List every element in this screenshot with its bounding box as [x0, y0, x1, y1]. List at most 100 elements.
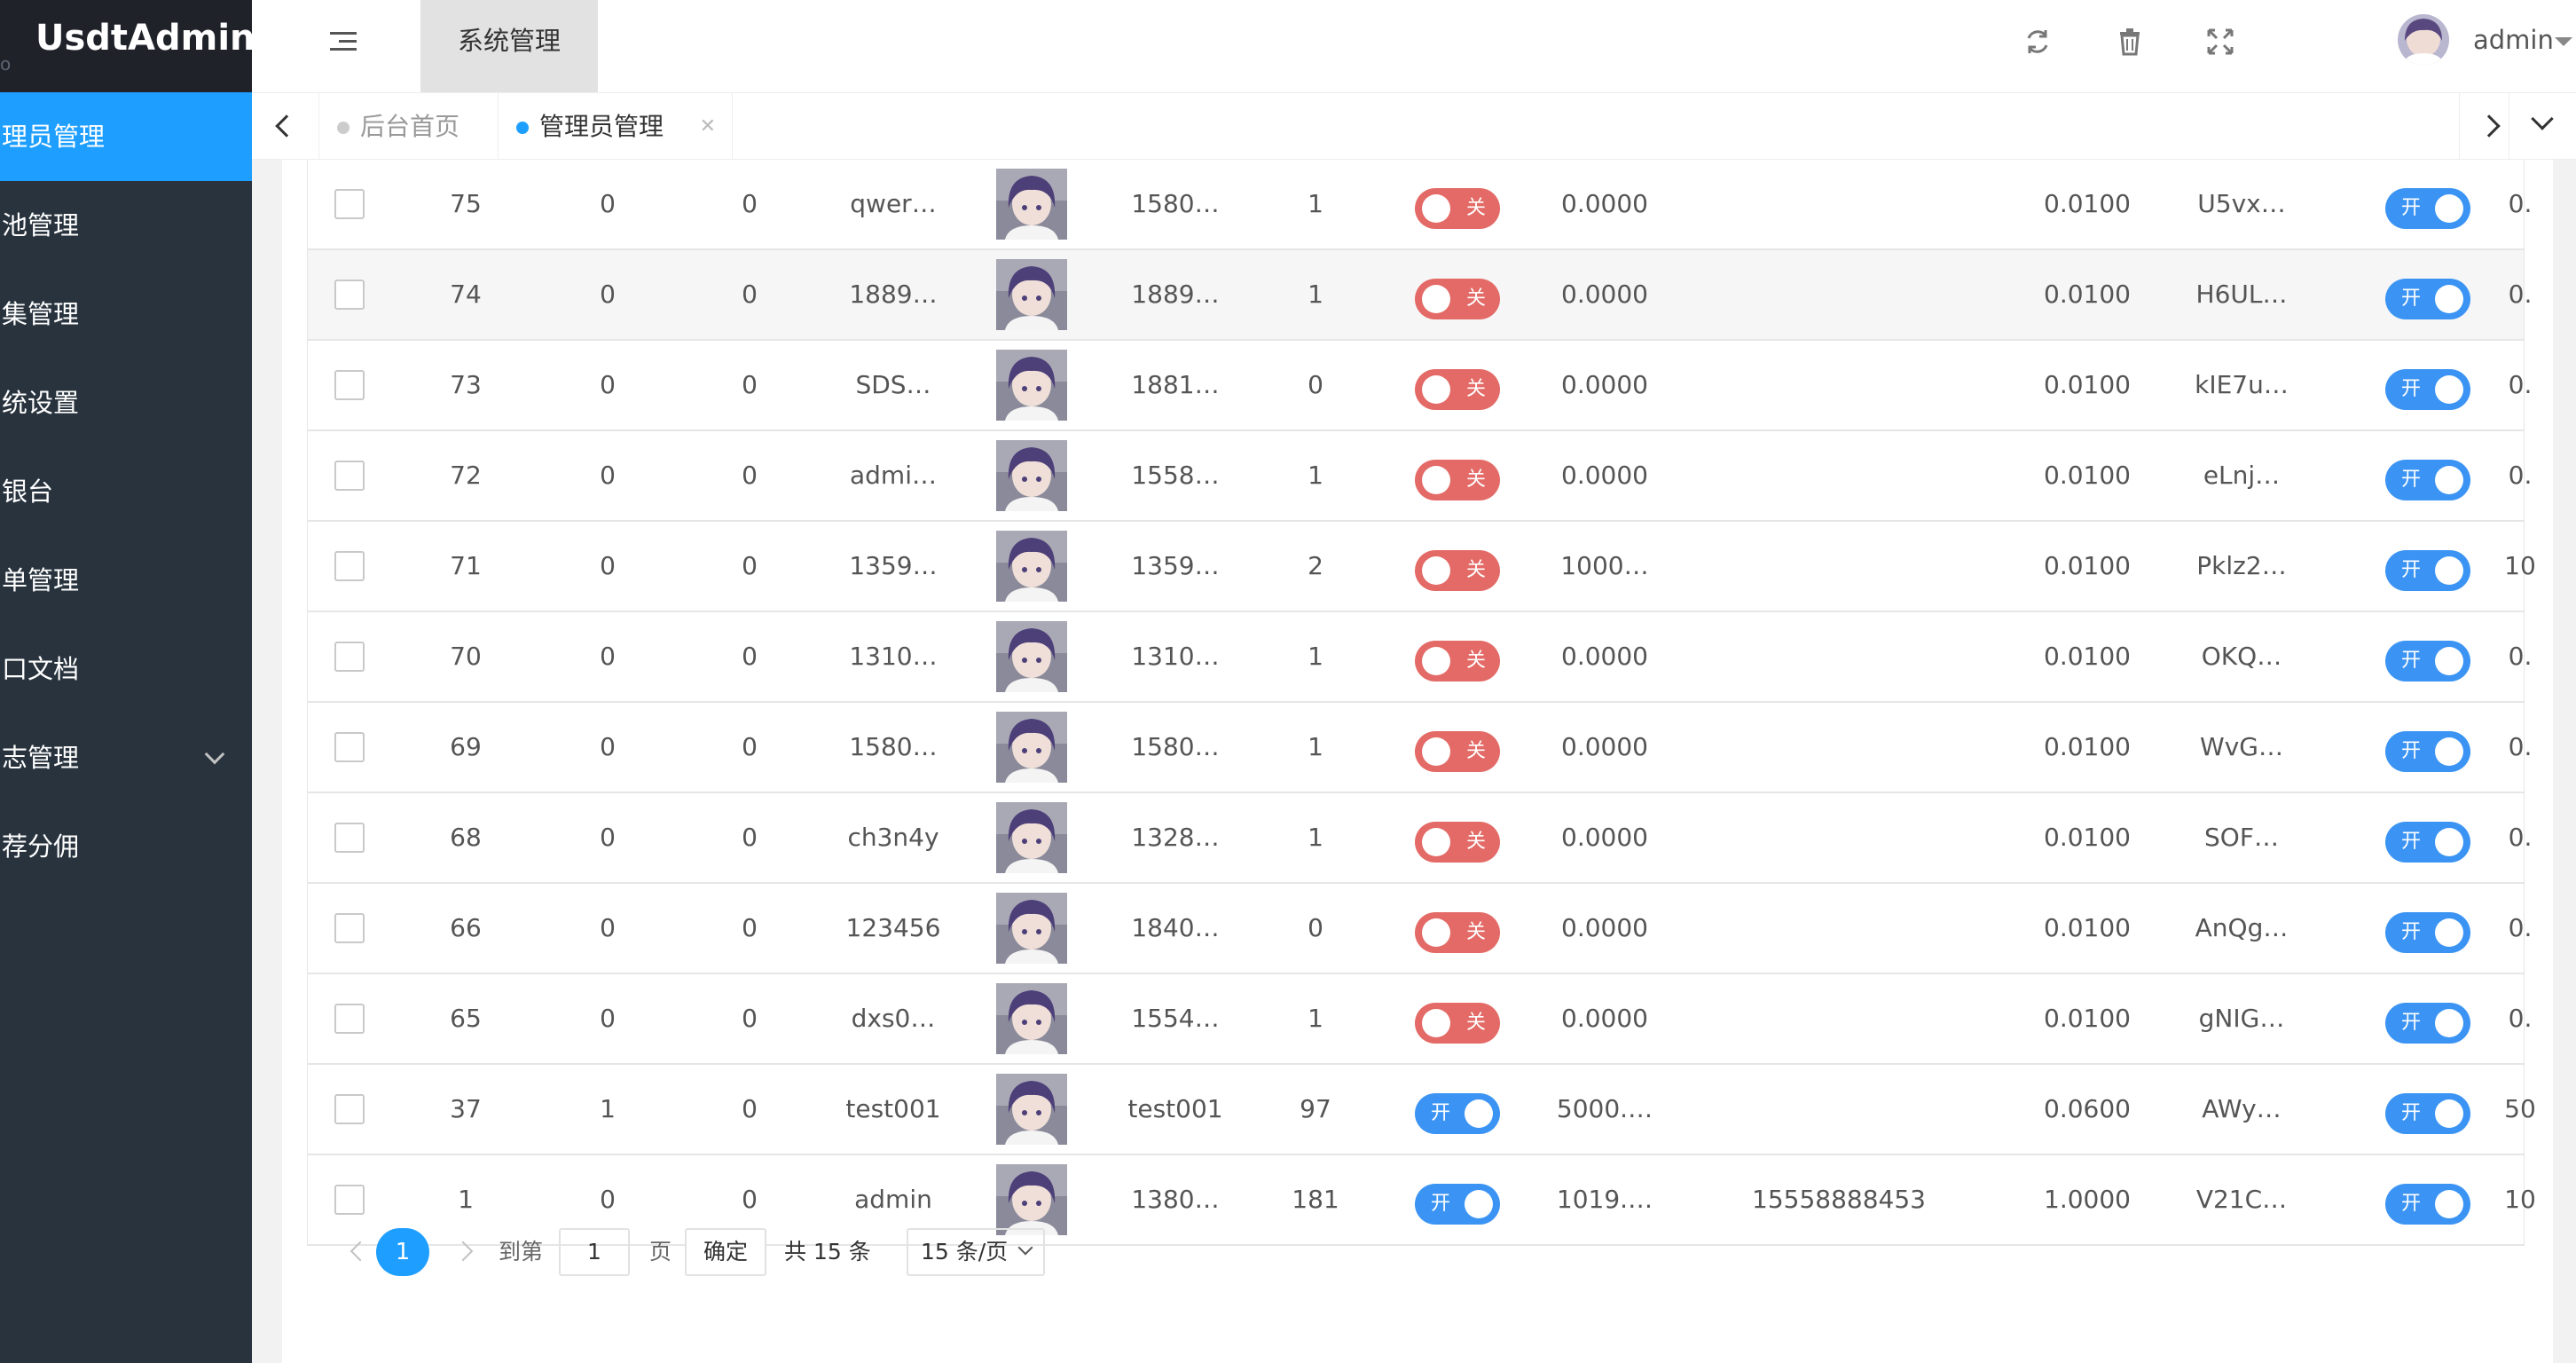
table-row[interactable]: 72 0 0 admi… 1558… 1 0.0000 0.0100 eLnj… 0. 关开	[308, 431, 2532, 522]
toggle-label: 关	[1465, 1012, 1486, 1034]
cell-extra: 15558888453	[1752, 1185, 1926, 1214]
sidebar-item-4[interactable]: 银台	[0, 447, 252, 536]
page-prev-icon[interactable]	[349, 1241, 371, 1262]
cell-balance: 0.0000	[1561, 913, 1648, 942]
cell-name: SDS…	[855, 370, 931, 399]
toggle-label: 开	[2401, 1102, 2422, 1124]
status-toggle[interactable]: 关	[1415, 822, 1500, 863]
status-toggle[interactable]: 关	[1415, 641, 1500, 682]
table-row[interactable]: 68 0 0 ch3n4y 1328… 1 0.0000 0.0100 SOF… 0. 关开	[308, 793, 2532, 884]
table-row[interactable]: 75 0 0 qwer… 1580… 1 0.0000 0.0100 U5vx… 0. 关开	[308, 160, 2532, 250]
chevron-right-icon	[2478, 114, 2501, 138]
toggle-label: 关	[1465, 378, 1486, 400]
enable-toggle[interactable]: 开	[2385, 641, 2470, 682]
toggle-knob	[2435, 1099, 2463, 1128]
trash-icon[interactable]	[2113, 25, 2147, 59]
table-row[interactable]: 65 0 0 dxs0… 1554… 1 0.0000 0.0100 gNIG… 0. 关开	[308, 974, 2532, 1065]
sidebar-item-label: 口文档	[2, 654, 80, 684]
tab-home[interactable]: 后台首页	[319, 93, 499, 161]
page-jump-input[interactable]: 1	[559, 1228, 630, 1276]
enable-toggle[interactable]: 开	[2385, 1184, 2470, 1225]
side-menu: 理员管理 池管理 集管理 统设置银台单管理口文档志管理荐分佣	[0, 92, 252, 891]
enable-toggle[interactable]: 开	[2385, 279, 2470, 319]
status-toggle[interactable]: 关	[1415, 188, 1500, 229]
cell-key: eLnj…	[2203, 461, 2281, 490]
status-toggle[interactable]: 关	[1415, 460, 1500, 500]
table-row[interactable]: 71 0 0 1359… 1359… 2 1000… 0.0100 Pklz2… 10 关开	[308, 522, 2536, 612]
table-row[interactable]: 69 0 0 1580… 1580… 1 0.0000 0.0100 WvG… 0. 关开	[308, 703, 2532, 793]
status-toggle[interactable]: 关	[1415, 369, 1500, 410]
toggle-label: 关	[1465, 921, 1486, 943]
sidebar-item-label: 荐分佣	[2, 831, 80, 862]
sidebar-item-7[interactable]: 志管理	[0, 713, 252, 802]
status-toggle[interactable]: 关	[1415, 731, 1500, 772]
row-avatar	[996, 440, 1067, 511]
refresh-icon[interactable]	[2021, 25, 2054, 59]
enable-toggle[interactable]: 开	[2385, 188, 2470, 229]
tab-menu-button[interactable]	[2509, 93, 2576, 161]
sidebar-item-1[interactable]: 池管理	[0, 181, 252, 270]
enable-toggle[interactable]: 开	[2385, 369, 2470, 410]
status-toggle[interactable]: 关	[1415, 279, 1500, 319]
sidebar-item-2[interactable]: 集管理	[0, 270, 252, 358]
logo-dot: o	[0, 53, 12, 75]
status-toggle[interactable]: 开	[1415, 1184, 1500, 1225]
toggle-knob	[1422, 1009, 1450, 1037]
app-logo[interactable]: UsdtAdmin	[35, 18, 255, 59]
table-row[interactable]: 70 0 0 1310… 1310… 1 0.0000 0.0100 OKQ… 0. 关开	[308, 612, 2532, 703]
cell-count: 1	[1308, 732, 1323, 761]
cell-extra	[1732, 341, 1945, 429]
sidebar-item-label: 银台	[2, 477, 54, 507]
cell-name: admi…	[850, 461, 937, 490]
enable-toggle[interactable]: 开	[2385, 460, 2470, 500]
enable-toggle[interactable]: 开	[2385, 1003, 2470, 1044]
top-tab-system[interactable]: 系统管理	[420, 0, 598, 92]
sidebar-item-label: 志管理	[2, 743, 80, 773]
cell-key: AnQg…	[2195, 913, 2289, 942]
toggle-label: 开	[2401, 740, 2422, 762]
menu-toggle-icon[interactable]	[330, 32, 357, 55]
table-row[interactable]: 74 0 0 1889… 1889… 1 0.0000 0.0100 H6UL… 0. 关开	[308, 250, 2532, 341]
fullscreen-icon[interactable]	[2203, 25, 2237, 59]
cell-balance: 0.0000	[1561, 189, 1648, 218]
sidebar-item-0[interactable]: 理员管理	[0, 92, 252, 181]
toggle-label: 关	[1465, 831, 1486, 853]
status-toggle[interactable]: 关	[1415, 1003, 1500, 1044]
toggle-knob	[2435, 1190, 2463, 1218]
table-row[interactable]: 37 1 0 test001 test001 97 5000.… 0.0600 AWy… 50 开开	[308, 1065, 2536, 1155]
sidebar: UsdtAdmin o 理员管理 池管理 集管理 统设置银台单管理口文档志管理荐分佣	[0, 0, 255, 1363]
status-toggle[interactable]: 关	[1415, 912, 1500, 953]
user-avatar[interactable]	[2398, 14, 2449, 66]
enable-toggle[interactable]: 开	[2385, 822, 2470, 863]
enable-toggle[interactable]: 开	[2385, 731, 2470, 772]
sidebar-item-5[interactable]: 单管理	[0, 536, 252, 625]
page-size-select[interactable]: 15 条/页	[907, 1228, 1045, 1276]
table-row[interactable]: 66 0 0 123456 1840… 0 0.0000 0.0100 AnQg… 0. 关开	[308, 884, 2532, 974]
user-name[interactable]: admin	[2473, 25, 2554, 55]
status-toggle[interactable]: 关	[1415, 550, 1500, 591]
toggle-label: 开	[1431, 1193, 1451, 1215]
enable-toggle[interactable]: 开	[2385, 1093, 2470, 1134]
page-next-icon[interactable]	[452, 1241, 474, 1262]
sidebar-item-6[interactable]: 口文档	[0, 625, 252, 713]
toggle-label: 开	[2401, 288, 2422, 310]
page-current[interactable]: 1	[376, 1228, 429, 1276]
status-toggle[interactable]: 开	[1415, 1093, 1500, 1134]
close-icon[interactable]: ✕	[700, 93, 716, 161]
enable-toggle[interactable]: 开	[2385, 912, 2470, 953]
page-tab-bar: 后台首页 管理员管理 ✕	[252, 92, 2576, 161]
confirm-button[interactable]: 确定	[685, 1228, 766, 1276]
toggle-label: 开	[2401, 1193, 2422, 1215]
cell-extra	[1732, 160, 1945, 248]
row-avatar	[996, 531, 1067, 602]
pagination: 1 到第 1 页 确定 共 15 条 15 条/页	[307, 1228, 1371, 1281]
tab-scroll-left-button[interactable]	[252, 93, 319, 161]
user-dropdown-caret-icon[interactable]	[2555, 37, 2572, 46]
tab-admin-label: 管理员管理	[539, 112, 664, 141]
table-row[interactable]: 73 0 0 SDS… 1881… 0 0.0000 0.0100 kIE7u… 0. 关开	[308, 341, 2532, 431]
chevron-down-icon	[204, 744, 225, 765]
enable-toggle[interactable]: 开	[2385, 550, 2470, 591]
sidebar-item-8[interactable]: 荐分佣	[0, 802, 252, 891]
sidebar-item-3[interactable]: 统设置	[0, 358, 252, 447]
tab-admin-management[interactable]: 管理员管理 ✕	[499, 93, 733, 161]
